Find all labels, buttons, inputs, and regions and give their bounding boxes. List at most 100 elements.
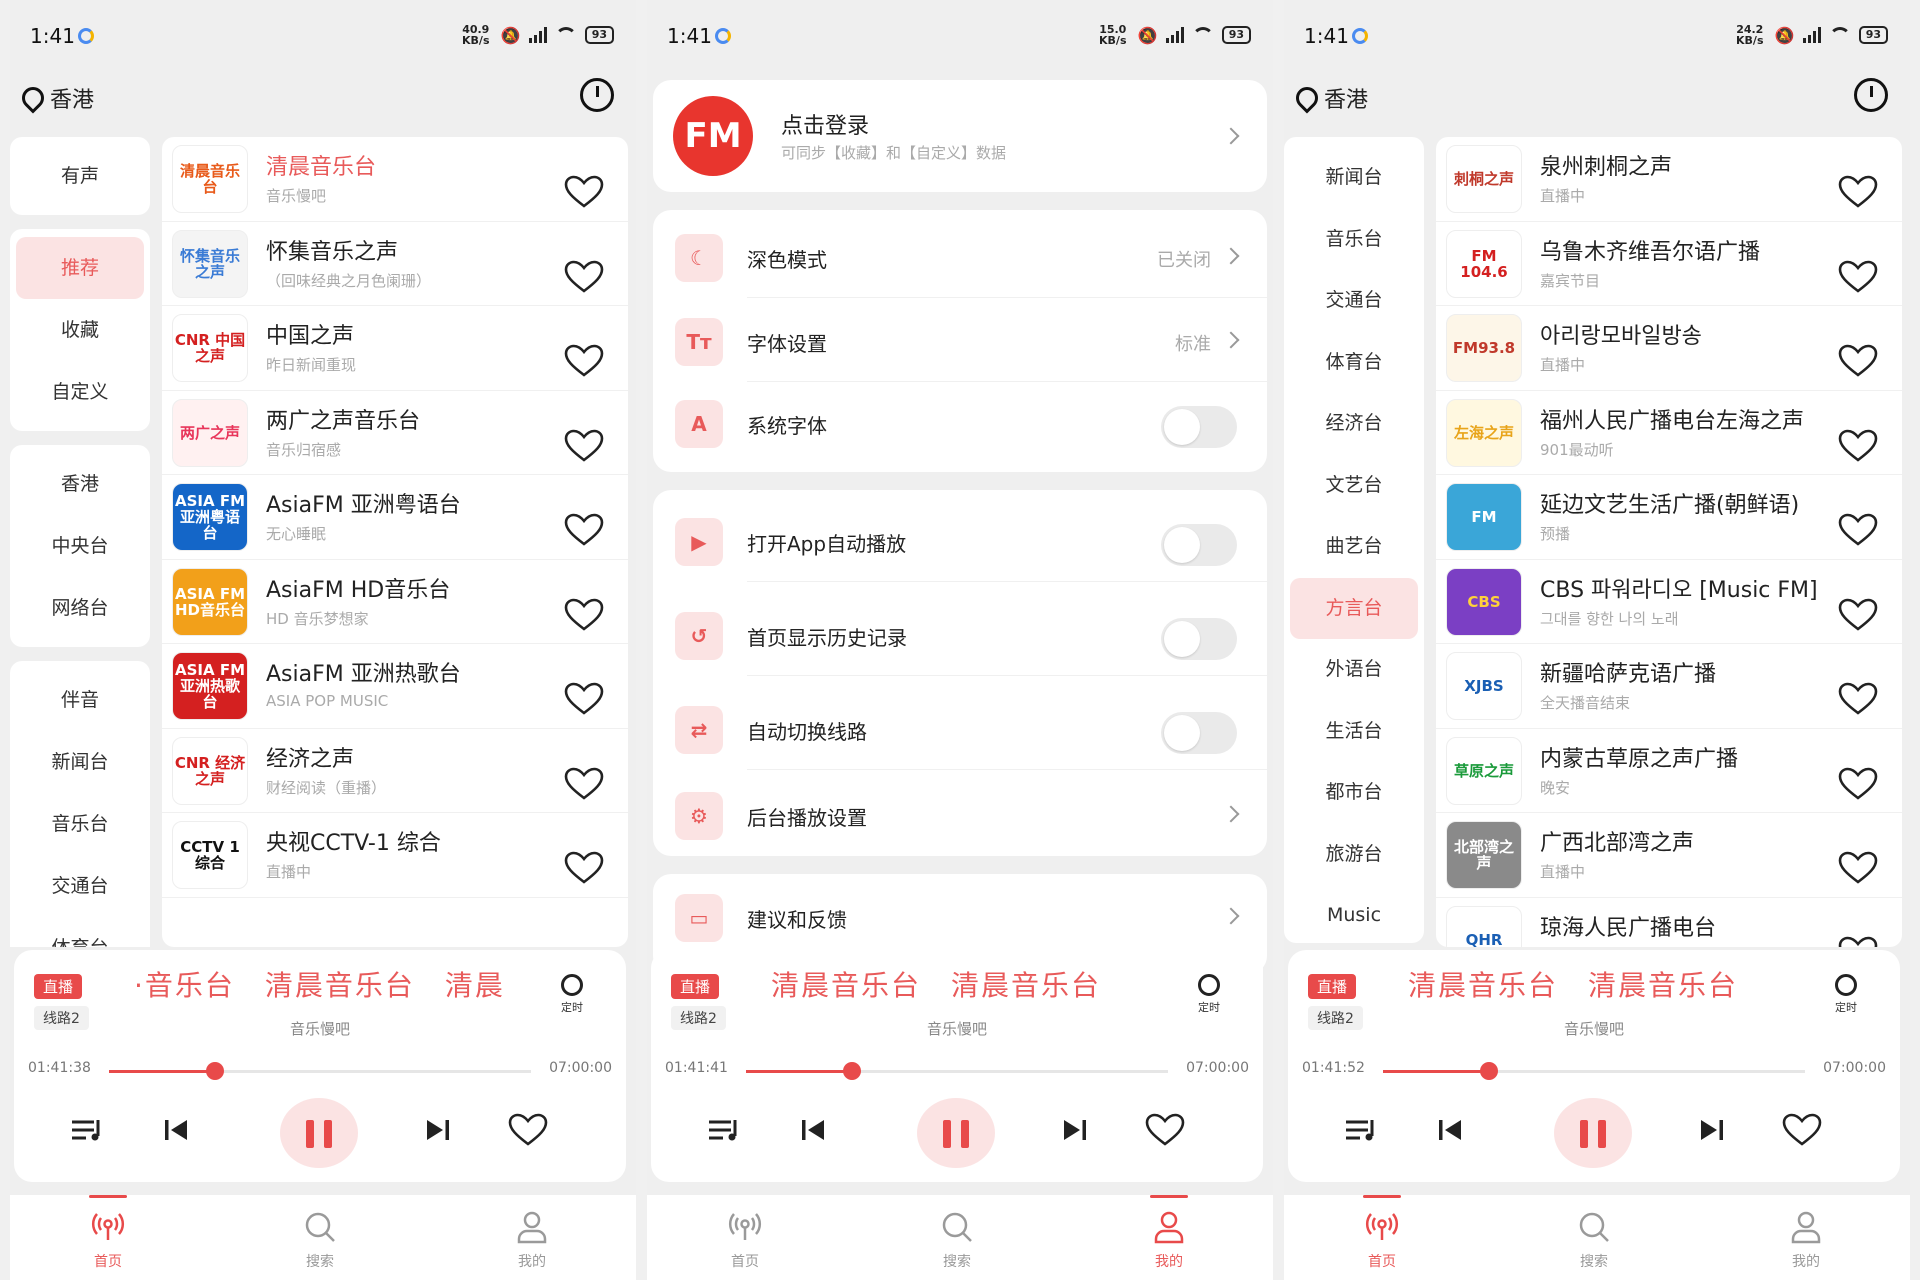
location-selector[interactable]: 香港	[17, 82, 94, 114]
toggle-switch[interactable]	[1161, 406, 1237, 448]
sidebar-item[interactable]: 旅游台	[1290, 824, 1418, 886]
next-icon[interactable]	[1055, 1110, 1095, 1150]
favorite-heart-icon[interactable]	[564, 344, 604, 378]
sidebar-item[interactable]: 交通台	[16, 855, 144, 917]
setting-row[interactable]: ▶ 打开App自动播放	[653, 498, 1267, 582]
setting-row[interactable]: ↺ 首页显示历史记录	[653, 592, 1267, 676]
sidebar-item[interactable]: 网络台	[16, 577, 144, 639]
station-row[interactable]: CBS CBS 파워라디오 [Music FM] 그대를 향한 나의 노래	[1436, 560, 1902, 644]
favorite-heart-icon[interactable]	[1838, 767, 1878, 801]
sidebar-item[interactable]: 香港	[16, 453, 144, 515]
favorite-heart-icon[interactable]	[1838, 175, 1878, 209]
progress-handle[interactable]	[205, 1062, 224, 1080]
previous-icon[interactable]	[1430, 1110, 1470, 1150]
sidebar-item[interactable]: 音乐台	[16, 793, 144, 855]
previous-icon[interactable]	[793, 1110, 833, 1150]
station-row[interactable]: FM 延边文艺生活广播(朝鲜语) 预播	[1436, 475, 1902, 560]
station-row[interactable]: XJBS 新疆哈萨克语广播 全天播音结束	[1436, 644, 1902, 729]
sidebar-item[interactable]: 曲艺台	[1290, 516, 1418, 578]
station-row[interactable]: QHR 琼海人民广播电台	[1436, 898, 1902, 947]
sidebar-item[interactable]: 自定义	[16, 361, 144, 423]
pause-button[interactable]	[1554, 1098, 1632, 1168]
setting-row[interactable]: ⚙ 后台播放设置	[653, 772, 1267, 856]
setting-row[interactable]: Tт 字体设置 标准	[653, 298, 1267, 382]
login-card[interactable]: FM 点击登录 可同步【收藏】和【自定义】数据	[653, 80, 1267, 192]
favorite-heart-icon[interactable]	[564, 260, 604, 294]
station-row[interactable]: FM93.8 아리랑모바일방송 直播中	[1436, 306, 1902, 391]
sidebar-item[interactable]: 方言台	[1290, 577, 1418, 639]
sidebar-item[interactable]: 外语台	[1290, 639, 1418, 701]
favorite-heart-icon[interactable]	[1838, 851, 1878, 885]
nav-user[interactable]: 我的	[1766, 1209, 1846, 1271]
station-row[interactable]: ASIA FM 亚洲热歌台 AsiaFM 亚洲热歌台 ASIA POP MUSI…	[162, 644, 628, 729]
nav-search[interactable]: 搜索	[1554, 1209, 1634, 1271]
sidebar-item[interactable]: 音乐台	[1290, 209, 1418, 271]
favorite-heart-icon[interactable]	[1838, 344, 1878, 378]
progress-slider[interactable]	[1383, 1062, 1805, 1080]
next-icon[interactable]	[1692, 1110, 1732, 1150]
setting-row[interactable]: ▭ 建议和反馈	[653, 874, 1267, 958]
station-row[interactable]: 清晨音乐台 清晨音乐台 音乐慢吧	[162, 137, 628, 222]
pause-button[interactable]	[280, 1098, 358, 1168]
previous-icon[interactable]	[156, 1110, 196, 1150]
sleep-timer-button[interactable]: 定时	[1826, 974, 1866, 1015]
favorite-heart-icon[interactable]	[1838, 429, 1878, 463]
station-row[interactable]: ASIA FM HD音乐台 AsiaFM HD音乐台 HD 音乐梦想家	[162, 560, 628, 644]
alarm-clock-icon[interactable]	[1854, 78, 1888, 112]
sidebar-item[interactable]: 交通台	[1290, 270, 1418, 332]
sidebar-item[interactable]: 新闻台	[1290, 147, 1418, 209]
sidebar-item[interactable]: 体育台	[16, 917, 144, 947]
sidebar-item[interactable]: 收藏	[16, 299, 144, 361]
sidebar-item[interactable]: 文艺台	[1290, 455, 1418, 517]
setting-row[interactable]: ☾ 深色模式 已关闭	[653, 214, 1267, 298]
nav-search[interactable]: 搜索	[917, 1209, 997, 1271]
progress-slider[interactable]	[746, 1062, 1168, 1080]
favorite-heart-icon[interactable]	[1838, 682, 1878, 716]
sidebar-item[interactable]: 经济台	[1290, 393, 1418, 455]
favorite-heart-icon[interactable]	[564, 682, 604, 716]
favorite-heart-icon[interactable]	[1145, 1110, 1185, 1150]
progress-handle[interactable]	[1479, 1062, 1498, 1080]
favorite-heart-icon[interactable]	[564, 598, 604, 632]
pause-button[interactable]	[917, 1098, 995, 1168]
station-row[interactable]: 刺桐之声 泉州刺桐之声 直播中	[1436, 137, 1902, 222]
favorite-heart-icon[interactable]	[564, 767, 604, 801]
setting-row[interactable]: ⇄ 自动切换线路	[653, 686, 1267, 770]
station-row[interactable]: 草原之声 内蒙古草原之声广播 晚安	[1436, 729, 1902, 813]
station-row[interactable]: CNR 经济之声 经济之声 财经阅读（重播）	[162, 729, 628, 813]
progress-slider[interactable]	[109, 1062, 531, 1080]
alarm-clock-icon[interactable]	[580, 78, 614, 112]
nav-radio[interactable]: 首页	[705, 1209, 785, 1271]
playlist-icon[interactable]	[1340, 1110, 1380, 1150]
nav-radio[interactable]: 首页	[68, 1209, 148, 1271]
station-row[interactable]: ASIA FM 亚洲粤语台 AsiaFM 亚洲粤语台 无心睡眠	[162, 475, 628, 560]
location-selector[interactable]: 香港	[1291, 82, 1368, 114]
sidebar-item[interactable]: 中央台	[16, 515, 144, 577]
station-row[interactable]: 左海之声 福州人民广播电台左海之声 901最动听	[1436, 391, 1902, 475]
favorite-heart-icon[interactable]	[564, 513, 604, 547]
station-row[interactable]: 怀集音乐之声 怀集音乐之声 （回味经典之月色阑珊）	[162, 222, 628, 306]
toggle-switch[interactable]	[1161, 618, 1237, 660]
sidebar-item[interactable]: Music	[1290, 885, 1418, 947]
station-row[interactable]: 北部湾之声 广西北部湾之声 直播中	[1436, 813, 1902, 898]
sleep-timer-button[interactable]: 定时	[1189, 974, 1229, 1015]
station-row[interactable]: 两广之声 两广之声音乐台 音乐归宿感	[162, 391, 628, 475]
next-icon[interactable]	[418, 1110, 458, 1150]
favorite-heart-icon[interactable]	[508, 1110, 548, 1150]
progress-handle[interactable]	[842, 1062, 861, 1080]
nav-user[interactable]: 我的	[1129, 1209, 1209, 1271]
toggle-switch[interactable]	[1161, 524, 1237, 566]
station-row[interactable]: CCTV 1 综合 央视CCTV-1 综合 直播中	[162, 813, 628, 898]
nav-radio[interactable]: 首页	[1342, 1209, 1422, 1271]
sidebar-item[interactable]: 伴音	[16, 669, 144, 731]
favorite-heart-icon[interactable]	[1782, 1110, 1822, 1150]
favorite-heart-icon[interactable]	[1838, 598, 1878, 632]
favorite-heart-icon[interactable]	[1838, 513, 1878, 547]
favorite-heart-icon[interactable]	[564, 429, 604, 463]
playlist-icon[interactable]	[66, 1110, 106, 1150]
favorite-heart-icon[interactable]	[564, 175, 604, 209]
station-row[interactable]: CNR 中国之声 中国之声 昨日新闻重现	[162, 306, 628, 391]
setting-row[interactable]: A 系统字体	[653, 380, 1267, 464]
sidebar-item[interactable]: 新闻台	[16, 731, 144, 793]
sidebar-item[interactable]: 推荐	[16, 237, 144, 299]
